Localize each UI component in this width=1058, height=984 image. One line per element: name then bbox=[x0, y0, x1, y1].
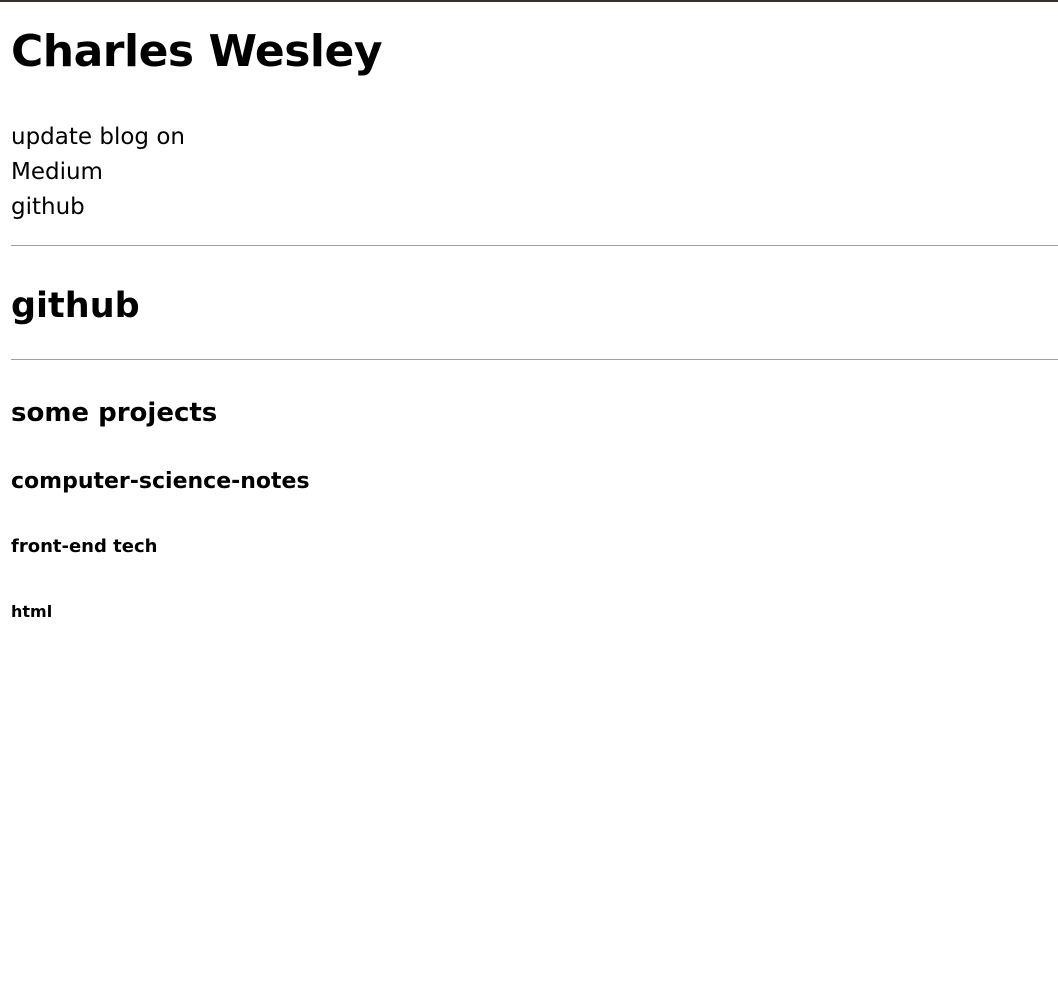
divider-top bbox=[11, 245, 1058, 246]
section-heading-projects: some projects bbox=[11, 398, 218, 428]
intro-line-github: github bbox=[11, 194, 85, 220]
section-heading-github: github bbox=[11, 286, 140, 326]
intro-text: update blog on Medium github bbox=[11, 120, 185, 225]
section-heading-html: html bbox=[11, 602, 53, 621]
section-heading-notes: computer-science-notes bbox=[11, 469, 310, 494]
intro-line-medium: Medium bbox=[11, 159, 103, 185]
page-title: Charles Wesley bbox=[11, 26, 383, 77]
section-heading-frontend: front-end tech bbox=[11, 536, 158, 557]
divider-bottom bbox=[11, 359, 1058, 360]
intro-line-update: update blog on bbox=[11, 124, 185, 150]
